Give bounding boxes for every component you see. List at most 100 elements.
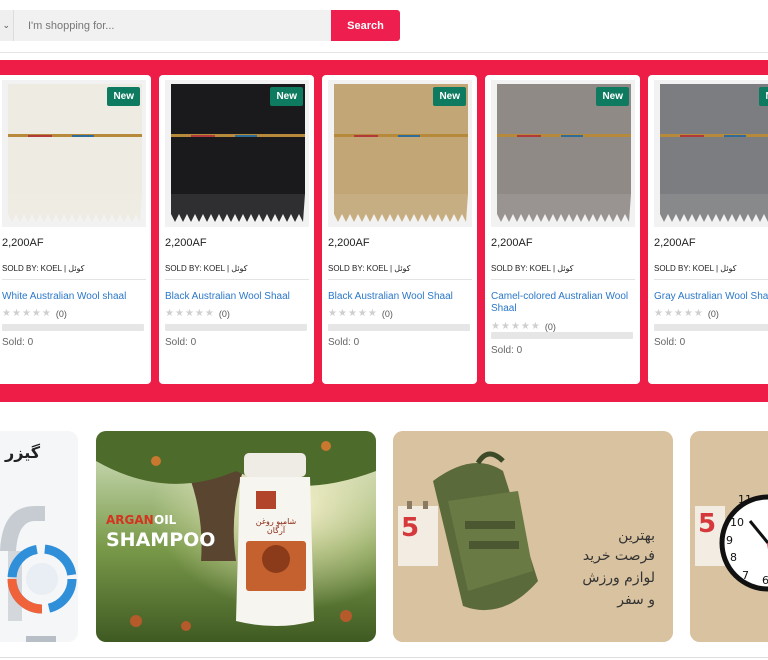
product-title-link[interactable]: Black Australian Wool Shaal bbox=[328, 291, 474, 303]
banner-backpack-line4: و سفر bbox=[617, 592, 655, 608]
search-button[interactable]: Search bbox=[331, 10, 400, 41]
star-icon: ★ bbox=[41, 308, 51, 319]
product-card[interactable]: New 2,200AF SOLD BY: KOEL | کوئل Camel-c… bbox=[485, 75, 640, 384]
banner-shampoo-word: SHAMPOO bbox=[106, 529, 216, 551]
star-icon: ★ bbox=[367, 308, 377, 319]
new-badge: New bbox=[107, 87, 140, 106]
banner-clock-day: 5 bbox=[698, 509, 717, 539]
sold-by: SOLD BY: KOEL | کوئل bbox=[328, 264, 472, 280]
banner-backpack[interactable]: 5 بهترین فرصت خرید لوازم ورزش و سفر bbox=[393, 431, 673, 642]
product-rating: ★ ★ ★ ★ ★ (0) bbox=[328, 308, 393, 319]
banner-water-heater[interactable]: گیزر آ bbox=[0, 431, 78, 642]
product-card[interactable]: New 2,200AF SOLD BY: KOEL | کوئل Black A… bbox=[159, 75, 314, 384]
banner-clock[interactable]: 10 8 7 6 11 9 5 bbox=[690, 431, 768, 642]
svg-text:8: 8 bbox=[730, 551, 737, 564]
product-rating: ★ ★ ★ ★ ★ (0) bbox=[654, 308, 719, 319]
product-title-link[interactable]: Gray Australian Wool Shaal bbox=[654, 291, 768, 303]
sold-progress-bar bbox=[654, 324, 768, 331]
svg-text:9: 9 bbox=[726, 534, 733, 547]
new-badge: New bbox=[596, 87, 629, 106]
product-rating: ★ ★ ★ ★ ★ (0) bbox=[491, 321, 556, 332]
product-image[interactable]: New bbox=[654, 80, 768, 227]
sold-by-label: SOLD BY: KOEL | bbox=[328, 264, 395, 273]
star-icon: ★ bbox=[491, 321, 500, 332]
star-icon: ★ bbox=[357, 308, 367, 319]
store-name[interactable]: کوئل bbox=[231, 264, 247, 273]
product-title-link[interactable]: Black Australian Wool Shaal bbox=[165, 291, 311, 303]
rating-count: (0) bbox=[55, 308, 67, 319]
sold-by: SOLD BY: KOEL | کوئل bbox=[165, 264, 309, 280]
category-select[interactable]: ⌄ bbox=[0, 10, 14, 41]
svg-text:10: 10 bbox=[730, 516, 744, 529]
rating-count: (0) bbox=[218, 308, 230, 319]
bottle-label: شامپو روغن آرگان bbox=[255, 517, 297, 535]
star-icon: ★ bbox=[500, 321, 510, 332]
star-icon: ★ bbox=[2, 308, 11, 319]
search-bar: ⌄ Search bbox=[0, 10, 400, 41]
rating-count: (0) bbox=[381, 308, 393, 319]
product-title-link[interactable]: Camel-colored Australian Wool Shaal bbox=[491, 291, 637, 315]
product-image[interactable]: New bbox=[328, 80, 472, 227]
star-icon: ★ bbox=[194, 308, 204, 319]
banner-backpack-line2: فرصت خرید bbox=[582, 548, 655, 564]
new-badge: New bbox=[759, 87, 768, 106]
sold-count: Sold: 0 bbox=[491, 345, 523, 356]
product-image[interactable]: New bbox=[491, 80, 635, 227]
product-carousel: New 2,200AF SOLD BY: KOEL | کوئل White A… bbox=[0, 60, 768, 402]
sold-count: Sold: 0 bbox=[654, 337, 686, 348]
product-price: 2,200AF bbox=[491, 237, 533, 249]
page-bottom-divider bbox=[0, 657, 768, 658]
sold-by-label: SOLD BY: KOEL | bbox=[491, 264, 558, 273]
banner-heater-text: گیزر آ bbox=[0, 443, 41, 462]
product-title-link[interactable]: White Australian Wool shaal bbox=[2, 291, 148, 303]
star-icon: ★ bbox=[510, 321, 520, 332]
star-icon: ★ bbox=[673, 308, 683, 319]
banner-backpack-day: 5 bbox=[401, 513, 420, 543]
product-image[interactable]: New bbox=[165, 80, 309, 227]
store-name[interactable]: کوئل bbox=[68, 264, 84, 273]
star-icon: ★ bbox=[654, 308, 663, 319]
product-price: 2,200AF bbox=[654, 237, 696, 249]
banner-oil-word: OIL bbox=[154, 513, 177, 527]
star-icon: ★ bbox=[693, 308, 703, 319]
svg-text:6: 6 bbox=[762, 574, 768, 587]
sold-count: Sold: 0 bbox=[165, 337, 197, 348]
store-name[interactable]: کوئل bbox=[557, 264, 573, 273]
product-card[interactable]: New 2,200AF SOLD BY: KOEL | کوئل Gray Au… bbox=[648, 75, 768, 384]
sold-by: SOLD BY: KOEL | کوئل bbox=[2, 264, 146, 280]
new-badge: New bbox=[433, 87, 466, 106]
product-rating: ★ ★ ★ ★ ★ (0) bbox=[2, 308, 67, 319]
star-icon: ★ bbox=[347, 308, 357, 319]
star-icon: ★ bbox=[165, 308, 174, 319]
product-card[interactable]: New 2,200AF SOLD BY: KOEL | کوئل White A… bbox=[0, 75, 151, 384]
banner-argan-shampoo[interactable]: ARGAN OIL SHAMPOO شامپو روغن آرگان bbox=[96, 431, 376, 642]
rating-count: (0) bbox=[544, 321, 556, 332]
svg-text:11: 11 bbox=[738, 493, 752, 506]
sold-progress-bar bbox=[165, 324, 307, 331]
star-icon: ★ bbox=[174, 308, 184, 319]
store-name[interactable]: کوئل bbox=[720, 264, 736, 273]
star-icon: ★ bbox=[204, 308, 214, 319]
sold-by-label: SOLD BY: KOEL | bbox=[654, 264, 721, 273]
product-image[interactable]: New bbox=[2, 80, 146, 227]
star-icon: ★ bbox=[11, 308, 21, 319]
sold-progress-bar bbox=[2, 324, 144, 331]
sold-count: Sold: 0 bbox=[328, 337, 360, 348]
product-card[interactable]: New 2,200AF SOLD BY: KOEL | کوئل Black A… bbox=[322, 75, 477, 384]
search-input[interactable] bbox=[14, 10, 331, 41]
rating-count: (0) bbox=[707, 308, 719, 319]
star-icon: ★ bbox=[530, 321, 540, 332]
star-icon: ★ bbox=[328, 308, 337, 319]
sold-progress-bar bbox=[491, 332, 633, 339]
svg-text:7: 7 bbox=[742, 569, 749, 582]
product-price: 2,200AF bbox=[165, 237, 207, 249]
star-icon: ★ bbox=[337, 308, 347, 319]
product-rating: ★ ★ ★ ★ ★ (0) bbox=[165, 308, 230, 319]
sold-by-label: SOLD BY: KOEL | bbox=[2, 264, 69, 273]
star-icon: ★ bbox=[31, 308, 41, 319]
store-name[interactable]: کوئل bbox=[394, 264, 410, 273]
star-icon: ★ bbox=[683, 308, 693, 319]
sold-progress-bar bbox=[328, 324, 470, 331]
star-icon: ★ bbox=[21, 308, 31, 319]
star-icon: ★ bbox=[520, 321, 530, 332]
